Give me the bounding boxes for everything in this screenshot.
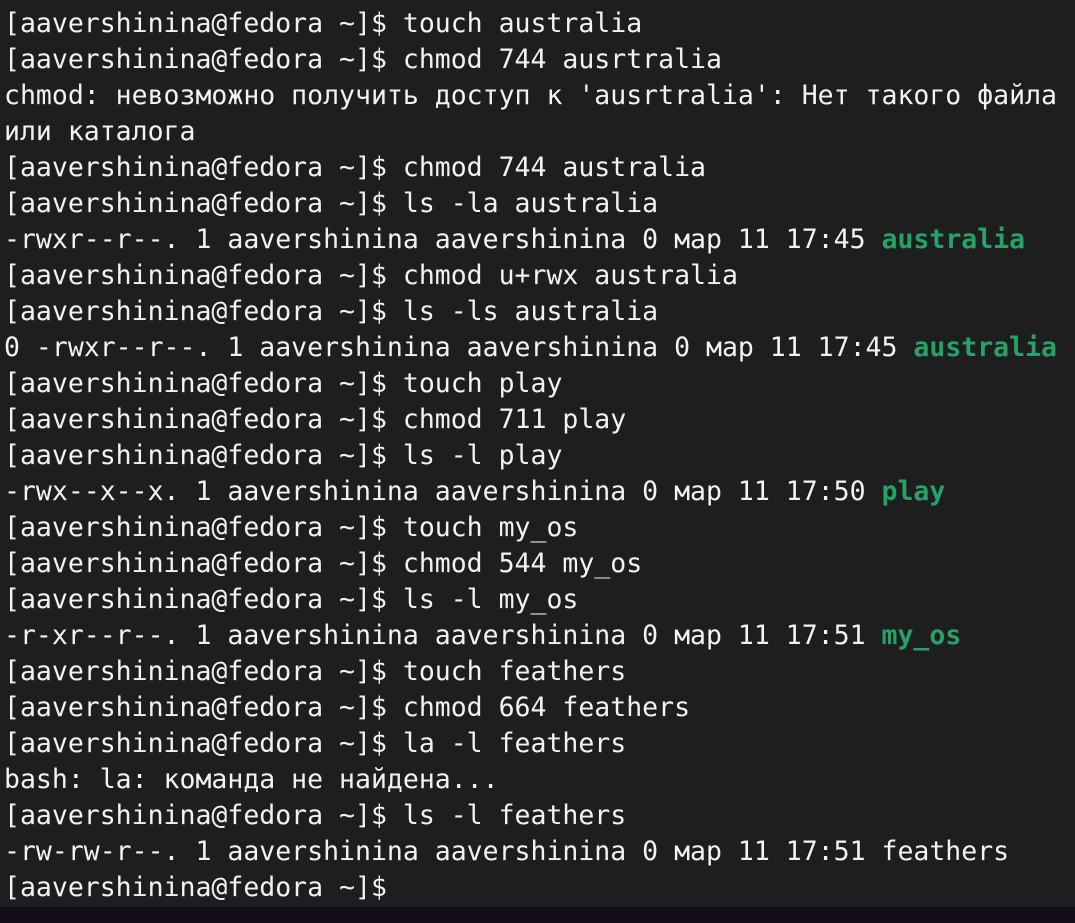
- terminal-line: -rw-rw-r--. 1 aavershinina aavershinina …: [4, 834, 1057, 870]
- terminal-line: chmod: невозможно получить доступ к 'aus…: [4, 78, 1057, 114]
- terminal-text: -rwx--x--x. 1 aavershinina aavershinina …: [4, 476, 882, 507]
- terminal-line: 0 -rwxr--r--. 1 aavershinina aavershinin…: [4, 330, 1057, 366]
- terminal-text: [aavershinina@fedora ~]$ touch feathers: [4, 656, 627, 687]
- terminal-line: или каталога: [4, 114, 1057, 150]
- terminal-text: [aavershinina@fedora ~]$ chmod 711 play: [4, 404, 627, 435]
- terminal-line: [aavershinina@fedora ~]$ ls -l feathers: [4, 798, 1057, 834]
- terminal-line: [aavershinina@fedora ~]$ ls -ls australi…: [4, 294, 1057, 330]
- terminal-line: [aavershinina@fedora ~]$ chmod 744 ausrt…: [4, 42, 1057, 78]
- terminal-text: [aavershinina@fedora ~]$ la -l feathers: [4, 728, 627, 759]
- executable-filename: australia: [913, 332, 1057, 363]
- terminal-text: [aavershinina@fedora ~]$ chmod 544 my_os: [4, 548, 643, 579]
- terminal-text: или каталога: [4, 116, 196, 147]
- terminal-text: [aavershinina@fedora ~]$: [4, 872, 387, 903]
- terminal-line: bash: la: команда не найдена...: [4, 762, 1057, 798]
- terminal-text: [aavershinina@fedora ~]$ ls -l play: [4, 440, 563, 471]
- terminal-text: [aavershinina@fedora ~]$ touch australia: [4, 8, 643, 39]
- terminal-text: [aavershinina@fedora ~]$ chmod u+rwx aus…: [4, 260, 738, 291]
- terminal-text: [aavershinina@fedora ~]$ chmod 664 feath…: [4, 692, 691, 723]
- terminal-line: [aavershinina@fedora ~]$ chmod 664 feath…: [4, 690, 1057, 726]
- terminal-window[interactable]: [aavershinina@fedora ~]$ touch australia…: [0, 0, 1075, 907]
- terminal-text: -rwxr--r--. 1 aavershinina aavershinina …: [4, 224, 882, 255]
- terminal-text: bash: la: команда не найдена...: [4, 764, 499, 795]
- terminal-line: [aavershinina@fedora ~]$ ls -l my_os: [4, 582, 1057, 618]
- terminal-line: -rwx--x--x. 1 aavershinina aavershinina …: [4, 474, 1057, 510]
- terminal-text: chmod: невозможно получить доступ к 'aus…: [4, 80, 1057, 111]
- executable-filename: my_os: [881, 620, 962, 651]
- terminal-text: [aavershinina@fedora ~]$ ls -ls australi…: [4, 296, 659, 327]
- terminal-text: [aavershinina@fedora ~]$ chmod 744 ausrt…: [4, 44, 722, 75]
- terminal-text: [aavershinina@fedora ~]$ ls -l feathers: [4, 800, 627, 831]
- terminal-line: [aavershinina@fedora ~]$ touch play: [4, 366, 1057, 402]
- terminal-line: [aavershinina@fedora ~]$ la -l feathers: [4, 726, 1057, 762]
- executable-filename: australia: [881, 224, 1026, 255]
- terminal-text: -r-xr--r--. 1 aavershinina aavershinina …: [4, 620, 882, 651]
- terminal-text: [aavershinina@fedora ~]$ ls -l my_os: [4, 584, 579, 615]
- terminal-text: 0 -rwxr--r--. 1 aavershinina aavershinin…: [4, 332, 914, 363]
- terminal-line: [aavershinina@fedora ~]$ chmod 544 my_os: [4, 546, 1057, 582]
- terminal-line: [aavershinina@fedora ~]$ chmod 711 play: [4, 402, 1057, 438]
- terminal-text: [aavershinina@fedora ~]$ chmod 744 austr…: [4, 152, 706, 183]
- terminal-line: [aavershinina@fedora ~]$ touch my_os: [4, 510, 1057, 546]
- terminal-line: [aavershinina@fedora ~]$ ls -l play: [4, 438, 1057, 474]
- terminal-text: [aavershinina@fedora ~]$ touch play: [4, 368, 563, 399]
- terminal-text: [aavershinina@fedora ~]$ ls -la australi…: [4, 188, 659, 219]
- terminal-line: [aavershinina@fedora ~]$ chmod 744 austr…: [4, 150, 1057, 186]
- terminal-line: [aavershinina@fedora ~]$ touch australia: [4, 6, 1057, 42]
- terminal-line: -r-xr--r--. 1 aavershinina aavershinina …: [4, 618, 1057, 654]
- terminal-line: [aavershinina@fedora ~]$ touch feathers: [4, 654, 1057, 690]
- executable-filename: play: [881, 476, 946, 507]
- terminal-line: [aavershinina@fedora ~]$ ls -la australi…: [4, 186, 1057, 222]
- terminal-output: [aavershinina@fedora ~]$ touch australia…: [4, 6, 1057, 906]
- terminal-line: [aavershinina@fedora ~]$: [4, 870, 1057, 906]
- terminal-line: -rwxr--r--. 1 aavershinina aavershinina …: [4, 222, 1057, 258]
- terminal-line: [aavershinina@fedora ~]$ chmod u+rwx aus…: [4, 258, 1057, 294]
- terminal-text: -rw-rw-r--. 1 aavershinina aavershinina …: [4, 836, 1010, 867]
- terminal-text: [aavershinina@fedora ~]$ touch my_os: [4, 512, 579, 543]
